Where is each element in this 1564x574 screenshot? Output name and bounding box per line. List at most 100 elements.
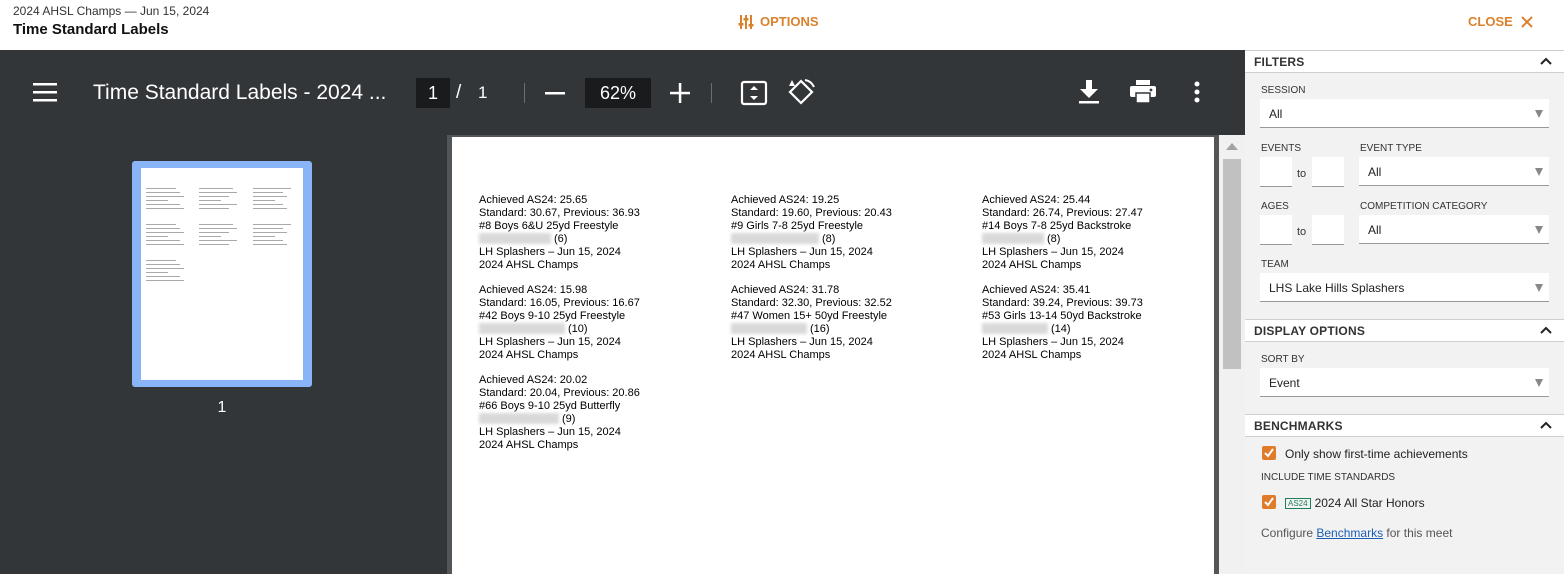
- label-event-line: #14 Boys 7-8 25yd Backstroke: [982, 220, 1132, 232]
- ages-label: AGES: [1261, 201, 1289, 212]
- redacted-swimmer-name: [731, 233, 819, 244]
- options-button[interactable]: OPTIONS: [738, 14, 819, 29]
- dropdown-arrow-icon: [1535, 110, 1543, 118]
- filters-heading: FILTERS: [1254, 55, 1305, 69]
- first-time-checkbox[interactable]: [1262, 446, 1276, 460]
- display-options-header[interactable]: DISPLAY OPTIONS: [1245, 319, 1564, 342]
- thumbnail-text-line: [146, 236, 168, 237]
- competition-category-select[interactable]: All: [1359, 215, 1549, 244]
- thumbnail-text-line: [146, 208, 184, 209]
- time-standard-label: Achieved AS24: 20.02 Standard: 20.04, Pre…: [479, 374, 709, 452]
- sort-by-select[interactable]: Event: [1260, 368, 1549, 397]
- thumbnail-text-line: [146, 196, 184, 197]
- more-vert-icon[interactable]: [1186, 79, 1208, 105]
- label-standard-line: Standard: 16.05, Previous: 16.67: [479, 297, 640, 309]
- session-select[interactable]: All: [1260, 99, 1549, 128]
- zoom-level-input[interactable]: 62%: [585, 78, 651, 108]
- team-select[interactable]: LHS Lake Hills Splashers: [1260, 273, 1549, 302]
- thumbnail-text-line: [146, 204, 180, 205]
- redacted-swimmer-name: [479, 323, 565, 334]
- label-achieved-line: Achieved AS24: 19.25: [731, 194, 840, 206]
- label-team-date-line: LH Splashers – Jun 15, 2024: [731, 246, 873, 258]
- top-header: 2024 AHSL Champs — Jun 15, 2024 Time Sta…: [0, 0, 1564, 50]
- thumbnail-text-line: [146, 200, 168, 201]
- ages-from-input[interactable]: [1260, 215, 1292, 245]
- events-label: EVENTS: [1261, 143, 1302, 154]
- thumbnail-text-line: [253, 192, 283, 193]
- time-standard-label: Achieved AS24: 35.41 Standard: 39.24, Pre…: [982, 284, 1212, 362]
- competition-category-label: COMPETITION CATEGORY: [1360, 201, 1488, 212]
- events-from-input[interactable]: [1260, 157, 1292, 187]
- label-swimmer-line: (16): [731, 323, 961, 336]
- ages-to-input[interactable]: [1312, 215, 1344, 245]
- zoom-out-icon[interactable]: [543, 83, 567, 103]
- standard-as24-checkbox[interactable]: [1262, 495, 1276, 509]
- label-achieved-line: Achieved AS24: 31.78: [731, 284, 840, 296]
- filters-header[interactable]: FILTERS: [1245, 50, 1564, 73]
- thumbnail-text-line: [146, 264, 180, 265]
- rotate-icon[interactable]: [785, 76, 817, 108]
- label-team-date-line: LH Splashers – Jun 15, 2024: [982, 336, 1124, 348]
- label-team-date-line: LH Splashers – Jun 15, 2024: [479, 336, 621, 348]
- event-type-select[interactable]: All: [1359, 157, 1549, 186]
- redacted-swimmer-name: [479, 233, 551, 244]
- download-icon[interactable]: [1076, 79, 1102, 105]
- first-time-label: Only show first-time achievements: [1285, 447, 1468, 461]
- print-icon[interactable]: [1128, 79, 1158, 105]
- team-label: TEAM: [1261, 259, 1289, 270]
- thumbnail-text-line: [146, 268, 184, 269]
- thumbnail-text-line: [199, 204, 237, 205]
- dropdown-arrow-icon: [1535, 379, 1543, 387]
- thumbnail-text-line: [253, 228, 283, 229]
- benchmarks-header[interactable]: BENCHMARKS: [1245, 414, 1564, 437]
- fit-page-icon[interactable]: [738, 78, 770, 108]
- event-type-value: All: [1368, 165, 1382, 179]
- label-swimmer-line: (9): [479, 413, 709, 426]
- benchmarks-link[interactable]: Benchmarks: [1316, 526, 1383, 540]
- label-swimmer-line: (8): [982, 233, 1212, 246]
- label-swimmer-line: (10): [479, 323, 709, 336]
- label-swimmer-age: (8): [822, 233, 836, 245]
- options-label: OPTIONS: [760, 14, 819, 29]
- page-number-input[interactable]: 1: [416, 78, 450, 108]
- thumbnail-text-line: [199, 188, 233, 189]
- label-meet-line: 2024 AHSL Champs: [731, 259, 831, 271]
- document-title: Time Standard Labels - 2024 ...: [93, 81, 387, 104]
- thumbnail-text-line: [146, 240, 180, 241]
- label-standard-line: Standard: 19.60, Previous: 20.43: [731, 207, 892, 219]
- meet-subtitle: 2024 AHSL Champs — Jun 15, 2024: [13, 4, 210, 18]
- scrollbar-thumb[interactable]: [1223, 159, 1241, 369]
- thumbnail-text-line: [146, 244, 184, 245]
- label-meet-line: 2024 AHSL Champs: [479, 439, 579, 451]
- close-button[interactable]: CLOSE: [1468, 14, 1533, 29]
- dropdown-arrow-icon: [1535, 284, 1543, 292]
- label-standard-line: Standard: 32.30, Previous: 32.52: [731, 297, 892, 309]
- label-swimmer-line: (8): [731, 233, 961, 246]
- label-achieved-line: Achieved AS24: 35.41: [982, 284, 1091, 296]
- document-area: Achieved AS24: 25.65 Standard: 30.67, Pre…: [447, 135, 1219, 574]
- scroll-up-icon[interactable]: [1226, 143, 1238, 150]
- label-event-line: #53 Girls 13-14 50yd Backstroke: [982, 310, 1142, 322]
- time-standard-label: Achieved AS24: 25.65 Standard: 30.67, Pre…: [479, 194, 709, 272]
- label-event-line: #42 Boys 9-10 25yd Freestyle: [479, 310, 626, 322]
- thumbnail-text-line: [253, 244, 287, 245]
- events-to-text: to: [1297, 168, 1307, 180]
- menu-icon[interactable]: [30, 79, 60, 105]
- document-scrollbar[interactable]: [1219, 135, 1245, 574]
- label-team-date-line: LH Splashers – Jun 15, 2024: [479, 246, 621, 258]
- redacted-swimmer-name: [982, 323, 1048, 334]
- zoom-in-icon[interactable]: [668, 82, 692, 104]
- thumbnail-text-line: [253, 196, 287, 197]
- thumbnail-text-line: [199, 232, 229, 233]
- display-options-heading: DISPLAY OPTIONS: [1254, 324, 1366, 338]
- thumbnail-text-line: [253, 236, 275, 237]
- page-total: 1: [478, 83, 488, 102]
- thumbnail-text-line: [253, 188, 291, 189]
- label-achieved-line: Achieved AS24: 20.02: [479, 374, 588, 386]
- label-event-line: #47 Women 15+ 50yd Freestyle: [731, 310, 888, 322]
- thumbnail-text-line: [253, 240, 283, 241]
- thumbnail-text-line: [146, 260, 176, 261]
- chevron-up-icon: [1540, 57, 1552, 65]
- events-to-input[interactable]: [1312, 157, 1344, 187]
- page-thumbnail[interactable]: [132, 161, 312, 387]
